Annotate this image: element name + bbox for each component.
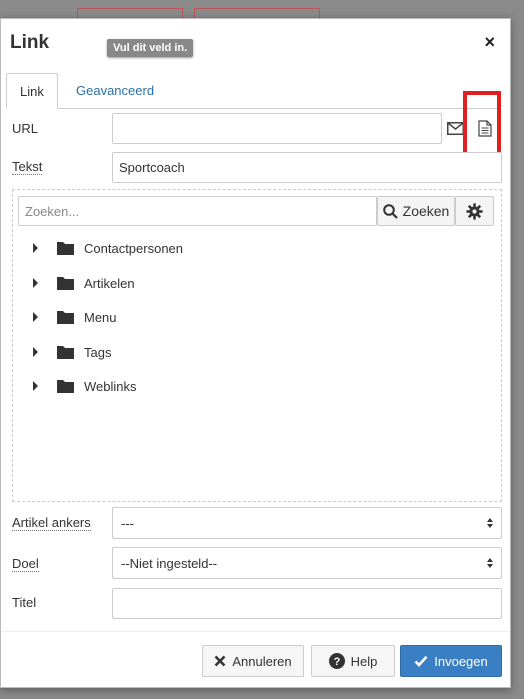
target-select-value: --Niet ingesteld-- xyxy=(121,555,218,571)
title-input[interactable] xyxy=(112,588,502,619)
caret-right-icon xyxy=(33,347,38,357)
anchors-label-text: Artikel ankers xyxy=(12,515,91,531)
cancel-button[interactable]: Annuleren xyxy=(202,645,304,677)
help-button-label: Help xyxy=(350,653,378,669)
tab-advanced[interactable]: Geavanceerd xyxy=(63,73,167,109)
gear-icon xyxy=(466,202,483,220)
target-label-text: Doel xyxy=(12,556,39,572)
close-icon[interactable]: × xyxy=(484,33,495,51)
folder-icon xyxy=(57,277,74,290)
target-select[interactable]: --Niet ingesteld-- xyxy=(112,547,502,579)
search-input[interactable] xyxy=(18,196,377,226)
folder-icon xyxy=(57,380,74,393)
folder-icon xyxy=(57,346,74,359)
tab-link[interactable]: Link xyxy=(6,73,58,109)
text-input[interactable] xyxy=(112,152,502,183)
url-label: URL xyxy=(12,121,39,136)
email-icon[interactable] xyxy=(447,122,464,138)
anchors-label: Artikel ankers xyxy=(12,515,91,531)
caret-right-icon xyxy=(33,278,38,288)
anchors-select[interactable]: --- xyxy=(112,507,502,539)
tree-item-label: Artikelen xyxy=(84,275,135,291)
title-label: Titel xyxy=(12,595,37,610)
insert-button-label: Invoegen xyxy=(434,653,488,669)
help-icon: ? xyxy=(328,653,345,669)
search-button[interactable]: Zoeken xyxy=(377,196,455,226)
tab-bar: Link Geavanceerd xyxy=(6,73,500,109)
folder-icon xyxy=(57,242,74,255)
link-dialog: Link Vul dit veld in. × Link Geavanceerd… xyxy=(0,18,511,688)
text-label: Tekst xyxy=(12,159,43,175)
tree-item-contactpersonen[interactable]: Contactpersonen xyxy=(33,236,183,260)
tree-item-menu[interactable]: Menu xyxy=(33,305,117,329)
caret-right-icon xyxy=(33,381,38,391)
tree-item-label: Contactpersonen xyxy=(84,240,184,256)
target-label: Doel xyxy=(12,556,39,572)
caret-right-icon xyxy=(33,312,38,322)
tree-item-artikelen[interactable]: Artikelen xyxy=(33,271,135,295)
folder-icon xyxy=(57,311,74,324)
link-browser-panel: Zoeken... Zoeken Contactpersonen Artikel… xyxy=(12,189,502,502)
search-icon xyxy=(382,203,398,219)
url-input[interactable] xyxy=(112,113,442,144)
select-arrows-icon xyxy=(487,518,493,528)
tree-item-label: Tags xyxy=(84,344,112,360)
check-icon xyxy=(414,655,428,667)
tree-item-tags[interactable]: Tags xyxy=(33,340,111,364)
help-button[interactable]: ? Help xyxy=(311,645,395,677)
tree-item-label: Weblinks xyxy=(84,378,137,394)
close-icon xyxy=(214,655,226,667)
dialog-title: Link xyxy=(10,32,50,53)
tree-item-label: Menu xyxy=(84,309,117,325)
cancel-button-label: Annuleren xyxy=(232,653,292,669)
footer-divider xyxy=(1,631,510,632)
anchors-select-value: --- xyxy=(121,515,134,531)
tree-item-weblinks[interactable]: Weblinks xyxy=(33,374,137,398)
validation-tooltip: Vul dit veld in. xyxy=(107,39,194,57)
text-label-text: Tekst xyxy=(12,159,43,175)
highlight-box xyxy=(463,91,501,161)
caret-right-icon xyxy=(33,243,38,253)
insert-button[interactable]: Invoegen xyxy=(400,645,502,677)
select-arrows-icon xyxy=(487,558,493,568)
svg-text:?: ? xyxy=(333,656,340,668)
search-button-label: Zoeken xyxy=(402,203,450,219)
settings-button[interactable] xyxy=(455,196,494,226)
